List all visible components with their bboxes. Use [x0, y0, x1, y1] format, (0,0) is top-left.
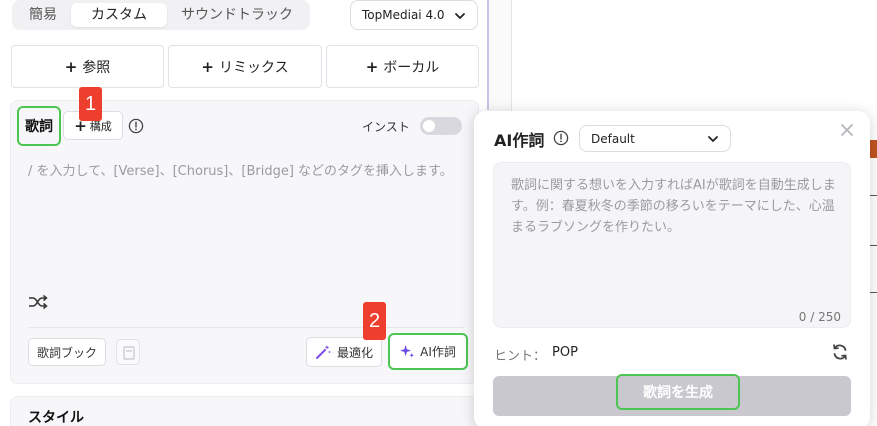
style-section-label: スタイル	[28, 410, 84, 426]
chevron-down-icon	[708, 136, 718, 142]
model-select-value: TopMediai 4.0	[362, 8, 445, 22]
char-counter: 0 / 250	[798, 310, 841, 324]
lyrics-prompt-placeholder: 歌詞に関する想いを入力すればAIが歌詞を自動生成します。例：春夏秋冬の季節の移ろ…	[511, 178, 836, 235]
chevron-down-icon	[455, 13, 465, 19]
vocal-button[interactable]: + ボーカル	[326, 45, 479, 88]
tab-soundtrack[interactable]: サウンドトラック	[169, 3, 305, 27]
plus-icon: +	[201, 57, 214, 76]
tab-simple[interactable]: 簡易	[18, 3, 68, 27]
close-icon[interactable]	[839, 122, 855, 138]
mode-tabs: 簡易 カスタム サウンドトラック	[12, 0, 310, 30]
ai-lyrics-button[interactable]: AI作詞	[388, 333, 468, 370]
info-icon[interactable]	[553, 130, 569, 146]
instrumental-toggle[interactable]	[420, 117, 462, 135]
refresh-icon[interactable]	[831, 343, 849, 361]
popup-title: AI作詞	[494, 131, 545, 150]
lyric-style-select[interactable]: Default	[579, 125, 731, 152]
optimize-button[interactable]: 最適化	[306, 337, 382, 367]
edge-line	[870, 195, 877, 196]
ai-lyrics-button-label: AI作詞	[420, 345, 456, 359]
toggle-knob	[423, 120, 435, 132]
model-select[interactable]: TopMediai 4.0	[350, 0, 478, 30]
lyrics-book-button[interactable]: 歌詞ブック	[28, 338, 106, 366]
lyrics-input[interactable]: / を入力して、[Verse]、[Chorus]、[Bridge] などのタグを…	[28, 160, 453, 179]
magic-wand-icon	[315, 345, 331, 359]
tab-custom[interactable]: カスタム	[71, 3, 167, 27]
save-icon-glyph	[123, 346, 135, 360]
lyric-style-select-value: Default	[591, 131, 635, 146]
remix-button-label: リミックス	[218, 59, 289, 76]
remix-button[interactable]: + リミックス	[168, 45, 322, 88]
edge-line	[870, 245, 877, 246]
plus-icon: +	[365, 57, 379, 76]
instrumental-label: インスト	[362, 120, 410, 134]
save-icon[interactable]	[116, 339, 140, 365]
hint-value: POP	[552, 345, 578, 360]
generate-lyrics-label: 歌詞を生成	[616, 374, 740, 410]
vocal-button-label: ボーカル	[383, 59, 440, 76]
step-badge-2: 2	[363, 302, 386, 340]
sparkle-icon	[400, 344, 415, 358]
shuffle-icon[interactable]	[28, 294, 48, 310]
hint-label: ヒント：	[494, 349, 547, 364]
reference-button-label: 参照	[82, 59, 111, 76]
reference-button[interactable]: + 参照	[11, 45, 164, 88]
step-badge-1: 1	[79, 87, 102, 121]
lyrics-label: 歌詞	[17, 106, 61, 146]
edge-line	[870, 292, 877, 293]
divider	[28, 327, 464, 328]
edge-element	[870, 140, 877, 158]
plus-icon: +	[64, 57, 78, 76]
optimize-button-label: 最適化	[336, 345, 373, 360]
info-icon[interactable]	[128, 118, 144, 134]
